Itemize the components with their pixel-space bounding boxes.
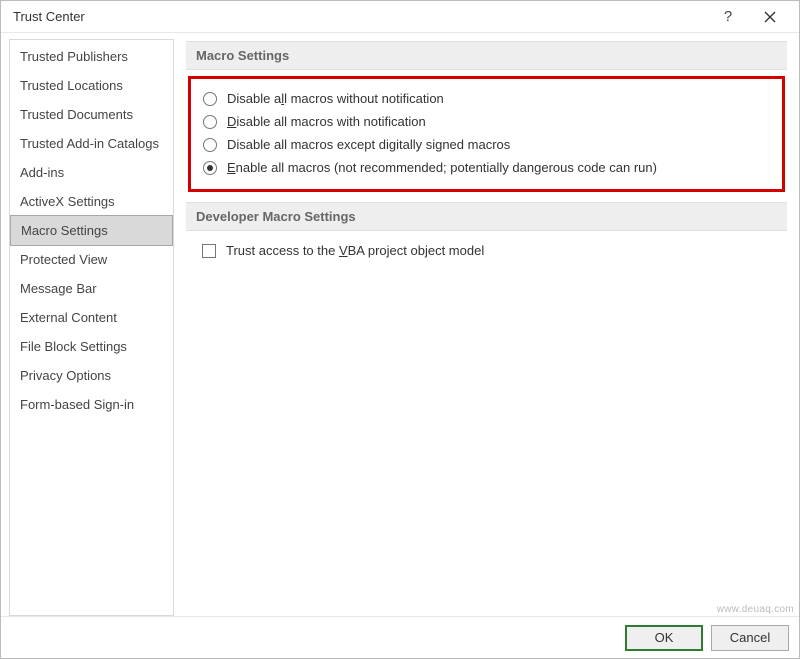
trust-center-dialog: Trust Center ? Trusted Publishers Truste… [0, 0, 800, 659]
ok-button[interactable]: OK [625, 625, 703, 651]
sidebar-item-addins[interactable]: Add-ins [10, 158, 173, 187]
radio-label: Enable all macros (not recommended; pote… [227, 160, 657, 175]
sidebar-item-label: Trusted Locations [20, 78, 123, 93]
sidebar: Trusted Publishers Trusted Locations Tru… [9, 39, 174, 616]
button-label: Cancel [730, 630, 770, 645]
help-button[interactable]: ? [707, 2, 749, 32]
radio-disable-without-notification[interactable]: Disable all macros without notification [203, 87, 770, 110]
sidebar-item-activex-settings[interactable]: ActiveX Settings [10, 187, 173, 216]
section-header-developer-macro-settings: Developer Macro Settings [186, 202, 787, 231]
watermark: www.deuaq.com [717, 604, 794, 615]
sidebar-item-protected-view[interactable]: Protected View [10, 245, 173, 274]
sidebar-item-form-based-signin[interactable]: Form-based Sign-in [10, 390, 173, 419]
radio-label: Disable all macros without notification [227, 91, 444, 106]
sidebar-item-trusted-publishers[interactable]: Trusted Publishers [10, 42, 173, 71]
radio-label: Disable all macros except digitally sign… [227, 137, 510, 152]
radio-icon [203, 161, 217, 175]
radio-disable-except-signed[interactable]: Disable all macros except digitally sign… [203, 133, 770, 156]
help-icon: ? [724, 8, 732, 25]
sidebar-item-message-bar[interactable]: Message Bar [10, 274, 173, 303]
dialog-footer: OK Cancel [1, 616, 799, 658]
macro-options-group: Disable all macros without notification … [188, 76, 785, 192]
sidebar-item-label: File Block Settings [20, 339, 127, 354]
content-area: Trusted Publishers Trusted Locations Tru… [1, 33, 799, 616]
sidebar-item-label: Add-ins [20, 165, 64, 180]
sidebar-item-trusted-addin-catalogs[interactable]: Trusted Add-in Catalogs [10, 129, 173, 158]
sidebar-item-label: ActiveX Settings [20, 194, 115, 209]
close-icon [764, 11, 776, 23]
sidebar-item-file-block-settings[interactable]: File Block Settings [10, 332, 173, 361]
sidebar-item-label: Trusted Documents [20, 107, 133, 122]
checkbox-trust-vba-access[interactable]: Trust access to the VBA project object m… [186, 239, 787, 262]
radio-icon [203, 92, 217, 106]
close-button[interactable] [749, 2, 791, 32]
radio-disable-with-notification[interactable]: Disable all macros with notification [203, 110, 770, 133]
sidebar-item-external-content[interactable]: External Content [10, 303, 173, 332]
sidebar-item-privacy-options[interactable]: Privacy Options [10, 361, 173, 390]
checkbox-label: Trust access to the VBA project object m… [226, 243, 484, 258]
radio-icon [203, 138, 217, 152]
sidebar-item-trusted-documents[interactable]: Trusted Documents [10, 100, 173, 129]
sidebar-item-label: Macro Settings [21, 223, 108, 238]
sidebar-item-label: Protected View [20, 252, 107, 267]
sidebar-item-trusted-locations[interactable]: Trusted Locations [10, 71, 173, 100]
cancel-button[interactable]: Cancel [711, 625, 789, 651]
sidebar-item-label: Privacy Options [20, 368, 111, 383]
sidebar-item-label: Form-based Sign-in [20, 397, 134, 412]
sidebar-item-label: External Content [20, 310, 117, 325]
sidebar-item-label: Trusted Publishers [20, 49, 128, 64]
sidebar-item-macro-settings[interactable]: Macro Settings [10, 215, 173, 246]
titlebar: Trust Center ? [1, 1, 799, 33]
window-title: Trust Center [13, 9, 707, 24]
sidebar-item-label: Message Bar [20, 281, 97, 296]
main-panel: Macro Settings Disable all macros withou… [186, 39, 791, 616]
radio-icon [203, 115, 217, 129]
radio-enable-all-macros[interactable]: Enable all macros (not recommended; pote… [203, 156, 770, 179]
radio-label: Disable all macros with notification [227, 114, 426, 129]
sidebar-item-label: Trusted Add-in Catalogs [20, 136, 159, 151]
button-label: OK [655, 630, 674, 645]
checkbox-icon [202, 244, 216, 258]
section-header-macro-settings: Macro Settings [186, 41, 787, 70]
